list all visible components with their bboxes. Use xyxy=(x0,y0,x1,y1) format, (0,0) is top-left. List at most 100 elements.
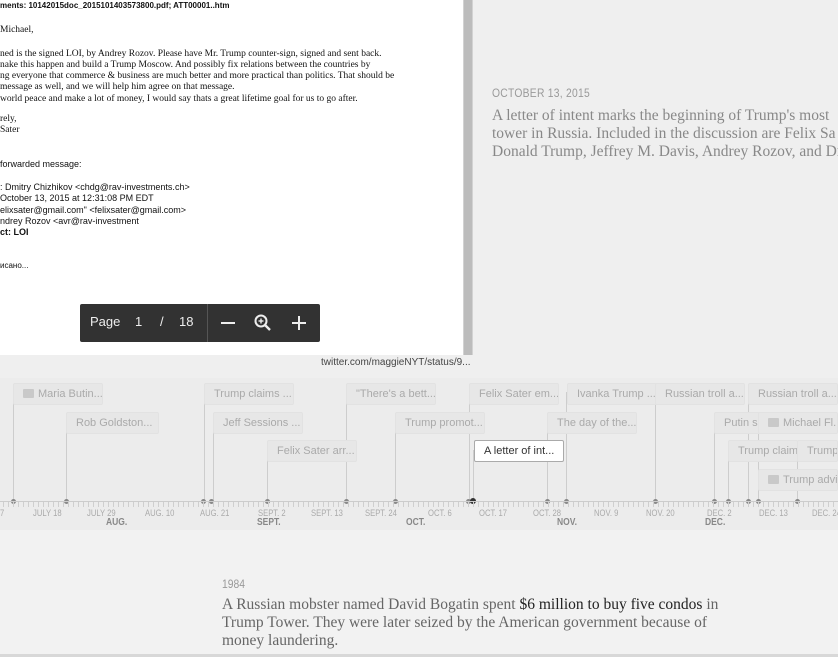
axis-minor-tick xyxy=(548,502,549,507)
timeline-marker[interactable]: Maria Butin... xyxy=(13,383,103,405)
axis-minor-tick xyxy=(48,502,49,507)
axis-minor-tick xyxy=(483,502,484,507)
axis-minor-tick xyxy=(78,502,79,507)
minus-icon[interactable] xyxy=(217,312,239,334)
timeline-nav[interactable]: Maria Butin... Trump claims ... "There's… xyxy=(0,378,838,530)
axis-tick-label: AUG. 10 xyxy=(145,508,175,518)
axis-minor-tick xyxy=(228,502,229,507)
axis-minor-tick xyxy=(28,502,29,507)
axis-minor-tick xyxy=(738,502,739,507)
pdf-viewer[interactable]: ments: 10142015doc_2015101403573800.pdf;… xyxy=(0,0,463,355)
axis-minor-tick xyxy=(393,502,394,507)
axis-minor-tick xyxy=(828,502,829,507)
axis-minor-tick xyxy=(3,502,4,507)
axis-minor-tick xyxy=(558,502,559,507)
axis-minor-tick xyxy=(43,502,44,507)
axis-minor-tick xyxy=(358,502,359,507)
media-credit[interactable]: twitter.com/maggieNYT/status/9... xyxy=(321,357,471,368)
axis-minor-tick xyxy=(223,502,224,507)
axis-minor-tick xyxy=(638,502,639,507)
axis-minor-tick xyxy=(328,502,329,507)
axis-minor-tick xyxy=(373,502,374,507)
timeline-marker[interactable]: Jeff Sessions ... xyxy=(213,412,303,434)
axis-minor-tick xyxy=(98,502,99,507)
axis-tick-label: DEC. 24 xyxy=(812,508,838,518)
axis-minor-tick xyxy=(283,502,284,507)
axis-minor-tick xyxy=(513,502,514,507)
timeline-marker[interactable]: Trump advis... xyxy=(758,469,838,491)
axis-minor-tick xyxy=(528,502,529,507)
axis-minor-tick xyxy=(323,502,324,507)
axis-month-label: NOV. xyxy=(557,517,578,528)
axis-minor-tick xyxy=(793,502,794,507)
axis-minor-tick xyxy=(608,502,609,507)
timeline-marker[interactable]: Trump claim xyxy=(728,440,798,462)
axis-minor-tick xyxy=(823,502,824,507)
plus-icon[interactable] xyxy=(288,312,310,334)
image-icon xyxy=(768,475,779,484)
timeline-marker[interactable]: Trump claims ... xyxy=(204,383,294,405)
axis-minor-tick xyxy=(343,502,344,507)
timeline-marker[interactable]: Trump xyxy=(797,440,838,462)
axis-minor-tick xyxy=(533,502,534,507)
axis-tick-label: AUG. 21 xyxy=(200,508,230,518)
axis-minor-tick xyxy=(603,502,604,507)
axis-minor-tick xyxy=(508,502,509,507)
axis-minor-tick xyxy=(633,502,634,507)
axis-minor-tick xyxy=(83,502,84,507)
axis-minor-tick xyxy=(423,502,424,507)
timeline-marker[interactable]: Felix Sater em... xyxy=(469,383,559,405)
timeline-axis: 7 JULY 18 JULY 29 AUG. 10 AUG. 21 SEPT. … xyxy=(0,499,838,530)
axis-minor-tick xyxy=(763,502,764,507)
axis-minor-tick xyxy=(463,502,464,507)
marker-line xyxy=(13,392,14,500)
timeline-marker[interactable]: Russian troll a... xyxy=(655,383,745,405)
timeline-marker[interactable]: "There's a bett... xyxy=(346,383,436,405)
magnifier-icon[interactable] xyxy=(252,312,274,334)
axis-minor-tick xyxy=(23,502,24,507)
axis-minor-tick xyxy=(788,502,789,507)
axis-minor-tick xyxy=(578,502,579,507)
timeline-marker[interactable]: Trump promot... xyxy=(395,412,485,434)
timeline-marker[interactable]: Felix Sater arr... xyxy=(267,440,357,462)
axis-minor-tick xyxy=(673,502,674,507)
axis-minor-tick xyxy=(333,502,334,507)
body-line: ng everyone that commerce & business are… xyxy=(0,71,395,81)
axis-minor-tick xyxy=(38,502,39,507)
timeline-marker[interactable]: Russian troll a... xyxy=(748,383,838,405)
page-separator: / xyxy=(160,314,164,329)
scrollbar-thumb[interactable] xyxy=(464,0,472,355)
axis-minor-tick xyxy=(433,502,434,507)
axis-minor-tick xyxy=(163,502,164,507)
axis-minor-tick xyxy=(118,502,119,507)
axis-tick-label: 7 xyxy=(0,508,5,518)
pdf-scrollbar[interactable] xyxy=(463,0,473,355)
timeline-marker[interactable]: The day of the... xyxy=(547,412,637,434)
axis-minor-tick xyxy=(648,502,649,507)
axis-minor-tick xyxy=(298,502,299,507)
timeline-marker[interactable]: Ivanka Trump ... xyxy=(567,383,657,405)
axis-minor-tick xyxy=(818,502,819,507)
axis-minor-tick xyxy=(573,502,574,507)
forwarded-line: forwarded message: xyxy=(0,159,82,169)
axis-minor-tick xyxy=(398,502,399,507)
axis-minor-tick xyxy=(688,502,689,507)
body-line: world peace and make a lot of money, I w… xyxy=(0,94,358,104)
axis-minor-tick xyxy=(293,502,294,507)
axis-minor-tick xyxy=(53,502,54,507)
timeline-marker[interactable]: Rob Goldston... xyxy=(66,412,159,434)
image-icon xyxy=(23,389,34,398)
timeline-marker[interactable]: Michael Fl... xyxy=(758,412,838,434)
signature-line: Sater xyxy=(0,125,20,135)
timeline-marker-active[interactable]: A letter of int... xyxy=(474,440,564,462)
axis-month-label: DEC. xyxy=(705,517,726,528)
body-line: nake this happen and build a Trump Mosco… xyxy=(0,60,371,70)
axis-minor-tick xyxy=(698,502,699,507)
axis-minor-tick xyxy=(653,502,654,507)
to-line: elixsater@gmail.com" <felixsater@gmail.c… xyxy=(0,205,187,215)
page-number-input[interactable]: 1 xyxy=(135,315,142,328)
body-line: ned is the signed LOI, by Andrey Rozov. … xyxy=(0,49,382,59)
condos-link[interactable]: $6 million to buy five condos xyxy=(519,596,702,613)
axis-minor-tick xyxy=(448,502,449,507)
slide-body-line: A letter of intent marks the beginning o… xyxy=(492,107,830,124)
